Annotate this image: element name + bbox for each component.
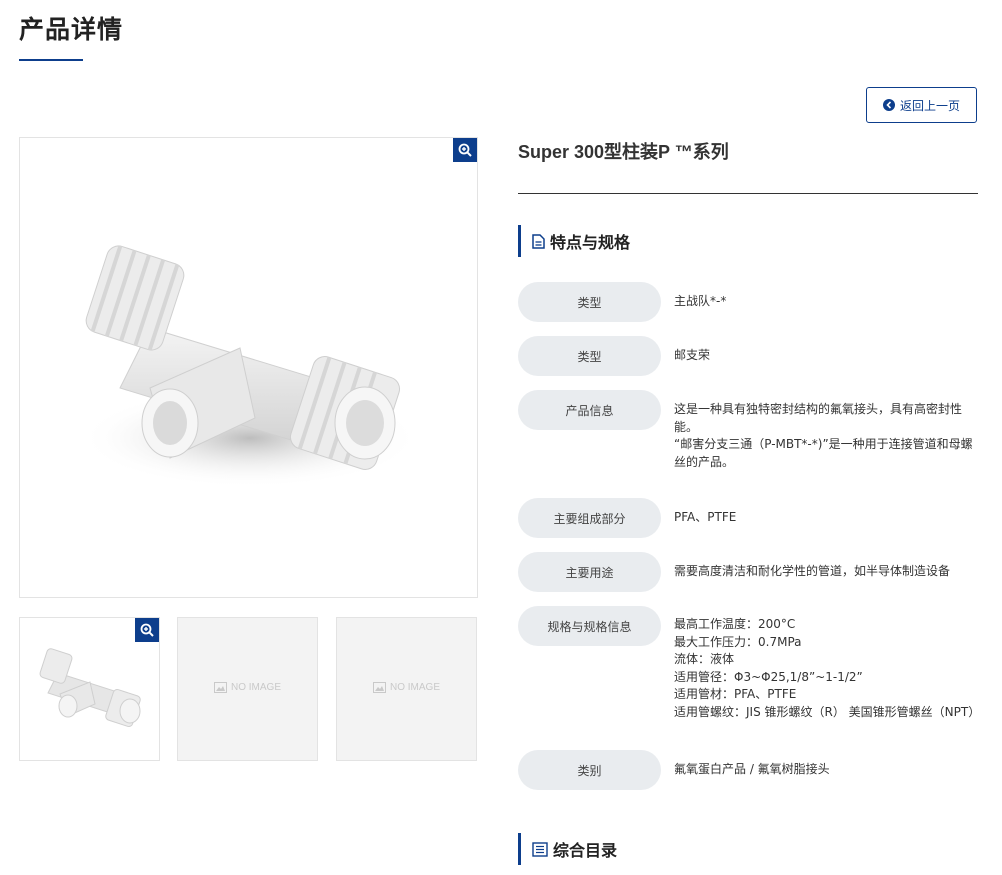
spec-label: 规格与规格信息 (518, 606, 661, 646)
back-button-label: 返回上一页 (899, 98, 960, 113)
spec-value: 需要高度清洁和耐化学性的管道，如半导体制造设备 (674, 564, 951, 578)
document-icon (532, 233, 545, 249)
back-button[interactable]: 返回上一页 (866, 87, 977, 123)
catalog-section-heading: 综合目录 (518, 833, 617, 865)
features-heading-text: 特点与规格 (550, 233, 631, 252)
page-title: 产品详情 (19, 15, 124, 44)
spec-value: 氟氧蛋白产品 / 氟氧树脂接头 (674, 762, 830, 776)
main-product-image[interactable] (19, 137, 478, 598)
spec-label: 类型 (518, 282, 661, 322)
product-name: Super 300型柱装P ™系列 (518, 142, 729, 162)
spec-label: 类型 (518, 336, 661, 376)
divider (518, 193, 978, 194)
product-fitting-illustration (80, 245, 420, 488)
spec-value: 邮支荣 (674, 348, 711, 362)
spec-label: 产品信息 (518, 390, 661, 430)
zoom-in-icon (140, 623, 154, 637)
arrow-left-circle-icon (882, 99, 895, 111)
catalog-heading-text: 综合目录 (553, 841, 618, 860)
spec-label: 主要用途 (518, 552, 661, 592)
zoom-in-icon (458, 143, 472, 157)
no-image-text: NO IMAGE (389, 682, 440, 693)
spec-label: 主要组成部分 (518, 498, 661, 538)
no-image-text: NO IMAGE (230, 682, 281, 693)
features-section-heading: 特点与规格 (518, 225, 630, 257)
spec-value: 这是一种具有独特密封结构的氟氧接头，具有高密封性能。 “邮害分支三通（P-MBT… (674, 402, 973, 469)
image-placeholder-icon (213, 682, 227, 693)
catalog-book-icon (532, 841, 548, 857)
spec-value: 最高工作温度：200°C 最大工作压力：0.7MPa 流体：液体 适用管径：Φ3… (674, 617, 981, 719)
thumbnail-1[interactable] (19, 617, 160, 761)
zoom-in-button[interactable] (453, 138, 477, 162)
spec-value: PFA、PTFE (674, 510, 737, 524)
spec-value: 主战队*-* (674, 294, 727, 308)
spec-label: 类别 (518, 750, 661, 790)
title-underline (19, 59, 83, 61)
thumbnail-2[interactable]: NO IMAGE (177, 617, 318, 761)
image-placeholder-icon (372, 682, 386, 693)
thumbnail-3[interactable]: NO IMAGE (336, 617, 477, 761)
thumbnail-zoom-button[interactable] (135, 618, 159, 642)
